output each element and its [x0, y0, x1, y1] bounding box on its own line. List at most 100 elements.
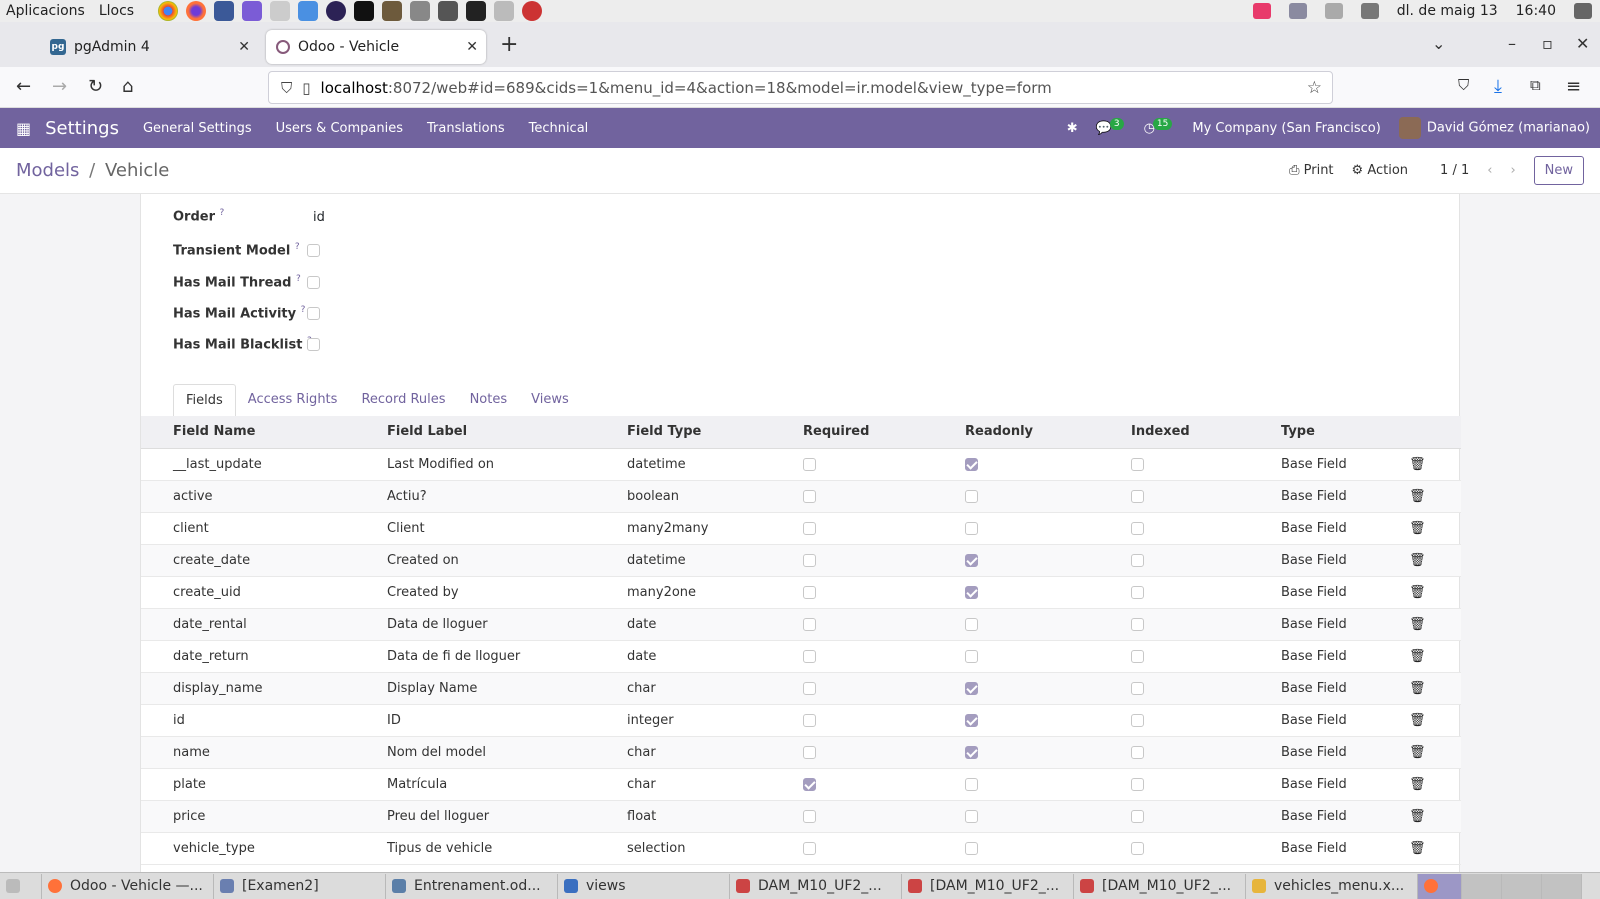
column-required[interactable]: Required	[797, 416, 959, 449]
checkbox-icon[interactable]	[803, 521, 816, 535]
checkbox-icon[interactable]	[803, 841, 816, 855]
taskbar-item[interactable]: Odoo - Vehicle —...	[42, 873, 214, 899]
downloads-icon[interactable]: ⤓	[1494, 76, 1502, 97]
checkbox-icon[interactable]	[965, 553, 978, 567]
extensions-icon[interactable]: ⧉	[1530, 76, 1541, 94]
trash-icon[interactable]: 🗑	[1409, 681, 1426, 696]
breadcrumb-models[interactable]: Models	[16, 160, 79, 181]
taskbar-item[interactable]: vehicles_menu.x...	[1246, 873, 1418, 899]
trash-icon[interactable]: 🗑	[1409, 809, 1426, 824]
close-tab-icon[interactable]: ✕	[466, 39, 478, 55]
action-button[interactable]: ⚙ Action	[1352, 163, 1409, 178]
browser-tab-odoo[interactable]: Odoo - Vehicle ✕	[266, 30, 486, 64]
checkbox-icon[interactable]	[803, 649, 816, 663]
virtualbox-icon[interactable]	[214, 1, 235, 21]
table-row[interactable]: price Preu del lloguer float Base Field 🗑	[141, 800, 1461, 833]
tray-app-icon[interactable]	[1252, 3, 1271, 19]
delete-row-button[interactable]: 🗑	[1403, 608, 1461, 641]
delete-row-button[interactable]: 🗑	[1403, 544, 1461, 577]
volume-icon[interactable]	[1360, 3, 1379, 19]
shield-icon[interactable]: ⛉	[281, 79, 292, 97]
table-row[interactable]: vehicle_type Tipus de vehicle selection Bas…	[141, 832, 1461, 865]
gimp-icon[interactable]	[382, 1, 403, 21]
close-window-icon[interactable]: ✕	[1576, 34, 1589, 53]
menu-technical[interactable]: Technical	[529, 121, 589, 136]
menu-hamburger-icon[interactable]: ≡	[1566, 76, 1581, 97]
column-field-label[interactable]: Field Label	[381, 416, 621, 449]
checkbox-icon[interactable]	[1131, 745, 1144, 759]
checkbox-icon[interactable]	[1131, 841, 1144, 855]
terminal-icon[interactable]	[466, 1, 487, 21]
back-icon[interactable]: ←	[16, 76, 31, 97]
checkbox-icon[interactable]	[1131, 681, 1144, 695]
taskbar-item[interactable]: [DAM_M10_UF2_...	[1074, 873, 1246, 899]
column-field-name[interactable]: Field Name	[141, 416, 381, 449]
tool-icon[interactable]	[270, 1, 291, 21]
checkbox-icon[interactable]	[1131, 777, 1144, 791]
trash-icon[interactable]: 🗑	[1409, 457, 1426, 472]
delete-row-button[interactable]: 🗑	[1403, 480, 1461, 513]
trash-icon[interactable]: 🗑	[1409, 649, 1426, 664]
new-tab-icon[interactable]: +	[500, 32, 518, 57]
delete-row-button[interactable]: 🗑	[1403, 512, 1461, 545]
battery-icon[interactable]	[1574, 3, 1592, 19]
delete-row-button[interactable]: 🗑	[1403, 672, 1461, 705]
chrome-icon[interactable]	[158, 1, 179, 21]
table-row[interactable]: name Nom del model char Base Field 🗑	[141, 736, 1461, 769]
order-field[interactable]: id	[313, 210, 325, 225]
checkbox-icon[interactable]	[803, 457, 816, 471]
column-indexed[interactable]: Indexed	[1125, 416, 1275, 449]
os-menu-places[interactable]: Llocs	[99, 3, 134, 19]
taskbar-item[interactable]: DAM_M10_UF2_...	[730, 873, 902, 899]
workspace-1[interactable]	[1418, 873, 1462, 899]
delete-row-button[interactable]: 🗑	[1403, 736, 1461, 769]
trash-icon[interactable]: 🗑	[1409, 553, 1426, 568]
menu-translations[interactable]: Translations	[427, 121, 505, 136]
checkbox-icon[interactable]	[965, 809, 978, 823]
table-row[interactable]: plate Matrícula char Base Field 🗑	[141, 768, 1461, 801]
trash-icon[interactable]: 🗑	[1409, 777, 1426, 792]
help-icon[interactable]: ?	[220, 208, 225, 218]
delete-row-button[interactable]: 🗑	[1403, 832, 1461, 865]
taskbar-item[interactable]: [Examen2]	[214, 873, 386, 899]
vmware-icon[interactable]	[438, 1, 459, 21]
apps-grid-icon[interactable]: ▦	[16, 119, 31, 138]
table-row[interactable]: date_return Data de fi de lloguer date Base…	[141, 640, 1461, 673]
delete-row-button[interactable]: 🗑	[1403, 704, 1461, 737]
taskbar-item[interactable]: views	[558, 873, 730, 899]
vm-icon[interactable]	[242, 1, 263, 21]
tab-fields[interactable]: Fields	[173, 384, 236, 418]
delete-row-button[interactable]: 🗑	[1403, 800, 1461, 833]
transient-model-checkbox[interactable]	[307, 244, 320, 257]
taskbar-item[interactable]: [DAM_M10_UF2_...	[902, 873, 1074, 899]
checkbox-icon[interactable]	[965, 745, 978, 759]
checkbox-icon[interactable]	[1131, 553, 1144, 567]
mail-activity-checkbox[interactable]	[307, 307, 320, 320]
table-row[interactable]: display_name Display Name char Base Field 🗑	[141, 672, 1461, 705]
pocket-icon[interactable]: ⛉	[1458, 76, 1469, 94]
close-tab-icon[interactable]: ✕	[238, 39, 250, 55]
print-button[interactable]: ⎙ Print	[1289, 163, 1333, 178]
tab-list-icon[interactable]: ⌄	[1432, 34, 1445, 53]
show-desktop-icon[interactable]	[0, 873, 42, 899]
checkbox-icon[interactable]	[965, 521, 978, 535]
workspace-4[interactable]	[1542, 873, 1582, 899]
checkbox-icon[interactable]	[965, 713, 978, 727]
workspace-3[interactable]	[1502, 873, 1542, 899]
checkbox-icon[interactable]	[803, 617, 816, 631]
delete-row-button[interactable]: 🗑	[1403, 448, 1461, 481]
checkbox-icon[interactable]	[803, 585, 816, 599]
company-switcher[interactable]: My Company (San Francisco)	[1192, 121, 1380, 136]
app-brand[interactable]: Settings	[45, 118, 119, 139]
keyboard-layout-icon[interactable]	[1324, 3, 1343, 19]
checkbox-icon[interactable]	[1131, 489, 1144, 503]
url-bar[interactable]: ⛉ ▯ localhost :8072/web#id=689&cids=1&me…	[268, 71, 1333, 104]
checkbox-icon[interactable]	[1131, 809, 1144, 823]
maximize-icon[interactable]: ▫	[1542, 34, 1553, 53]
page-info-icon[interactable]: ▯	[302, 79, 310, 97]
checkbox-icon[interactable]	[965, 681, 978, 695]
pager-prev-icon[interactable]: ‹	[1487, 163, 1492, 178]
checkbox-icon[interactable]	[1131, 521, 1144, 535]
trash-icon[interactable]: 🗑	[1409, 713, 1426, 728]
help-icon[interactable]: ?	[295, 242, 300, 252]
